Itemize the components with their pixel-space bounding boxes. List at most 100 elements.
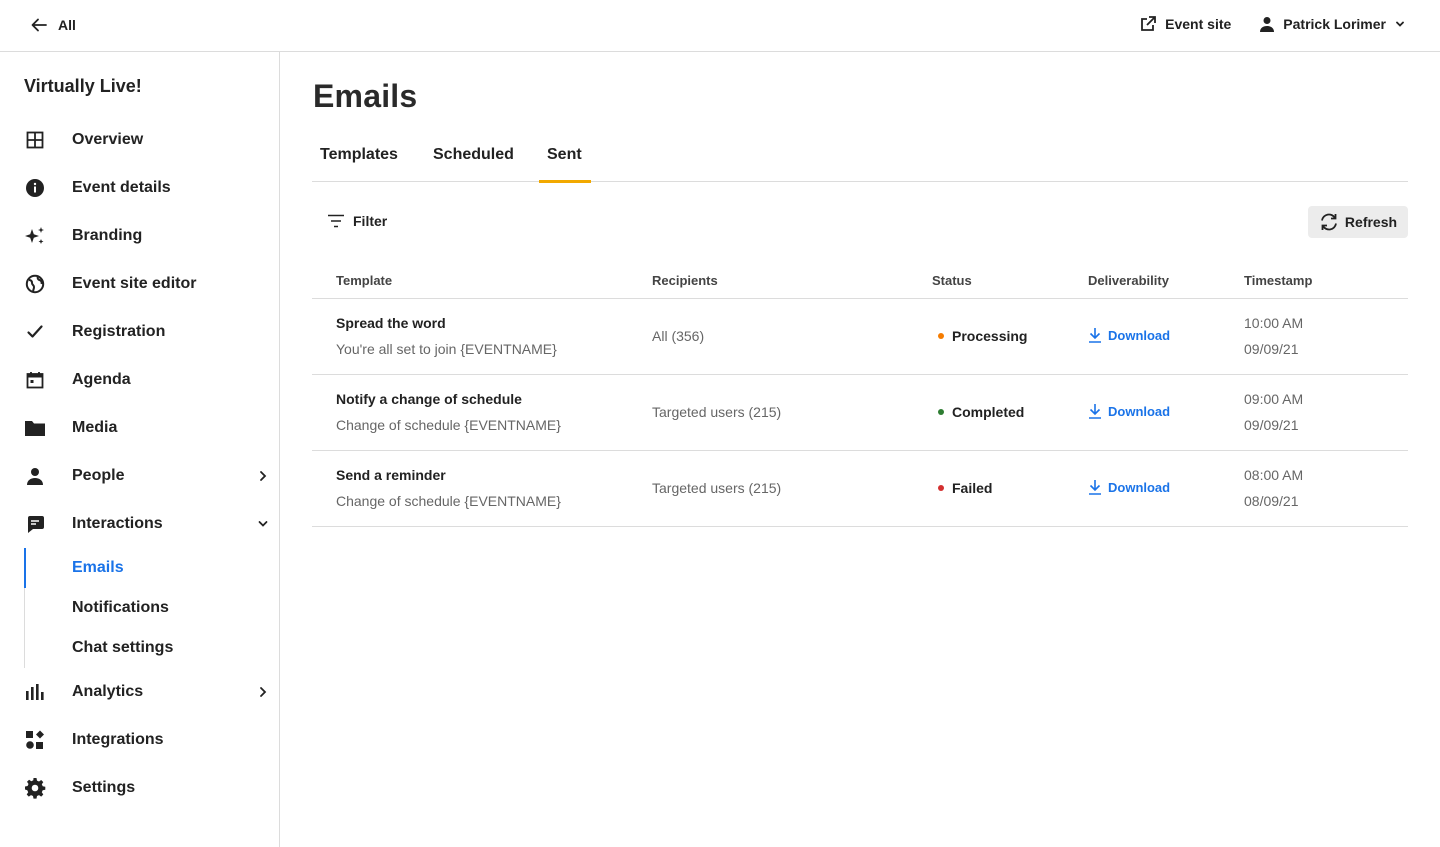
tab-templates[interactable]: Templates [320,146,398,182]
sidebar-item-integrations[interactable]: Integrations [0,716,279,764]
download-link[interactable]: Download [1088,327,1170,343]
sidebar-subitem-chat-settings[interactable]: Chat settings [0,628,279,668]
timestamp-time: 08:00 AM [1244,467,1304,483]
download-label: Download [1108,479,1171,495]
recipients: All (356) [652,328,705,344]
template-title: Notify a change of schedule [336,391,522,407]
sidebar-item-label: Overview [72,131,144,148]
column-header-deliverability: Deliverability [1088,273,1169,288]
sidebar-item-interactions[interactable]: Interactions [0,500,279,548]
event-site-link[interactable]: Event site [1139,15,1231,33]
page-title: Emails [313,78,418,114]
calendar-icon [24,370,46,390]
refresh-label: Refresh [1344,214,1398,230]
chevron-right-icon [260,687,267,697]
sidebar-item-agenda[interactable]: Agenda [0,356,279,404]
tab-sent[interactable]: Sent [539,146,591,183]
download-label: Download [1108,403,1171,419]
filter-label: Filter [353,213,388,229]
sidebar-item-event-site-editor[interactable]: Event site editor [0,260,279,308]
download-label: Download [1108,327,1171,343]
sidebar-item-label: Integrations [72,731,164,748]
recipients: Targeted users (215) [652,404,782,420]
shapes-icon [24,730,46,750]
sidebar-item-label: Event site editor [72,275,197,292]
status-dot [938,485,944,491]
sidebar-nav: Overview Event details Branding Event si… [0,116,279,812]
user-name: Patrick Lorimer [1283,16,1386,32]
sidebar-item-people[interactable]: People [0,452,279,500]
sidebar-item-analytics[interactable]: Analytics [0,668,279,716]
timestamp-date: 09/09/21 [1244,341,1299,357]
table-row[interactable]: Spread the word You're all set to join {… [312,299,1408,375]
globe-icon [24,274,46,294]
tab-bar: Templates Scheduled Sent [312,140,1408,183]
arrow-left-icon [31,18,47,32]
sidebar-subitem-label: Chat settings [72,639,174,656]
active-tab-indicator [539,180,591,183]
check-icon [24,322,46,342]
sidebar-subitem-label: Notifications [72,599,169,616]
top-bar: All Event site Patrick Lorimer [0,0,1440,52]
download-link[interactable]: Download [1088,479,1170,495]
sidebar-item-label: Media [72,419,118,436]
status-text: Failed [952,480,993,496]
sidebar-item-overview[interactable]: Overview [0,116,279,164]
refresh-button[interactable]: Refresh [1308,206,1408,238]
grid-icon [24,130,46,150]
sidebar-item-event-details[interactable]: Event details [0,164,279,212]
template-title: Spread the word [336,315,446,331]
column-header-recipients: Recipients [652,273,718,288]
template-subject: You're all set to join {EVENTNAME} [336,341,557,357]
sidebar-item-branding[interactable]: Branding [0,212,279,260]
download-icon [1089,328,1101,343]
chevron-down-icon [258,521,268,527]
back-to-all-link[interactable]: All [30,16,76,34]
event-site-label: Event site [1165,16,1232,32]
gear-icon [24,778,46,799]
sidebar-item-label: Agenda [72,371,131,388]
tab-label: Templates [320,146,398,163]
chevron-right-icon [260,471,267,481]
column-header-timestamp: Timestamp [1244,273,1313,288]
bar-chart-icon [24,682,46,702]
tab-label: Scheduled [433,146,514,163]
table-header: Template Recipients Status Deliverabilit… [312,264,1408,299]
column-header-template: Template [336,273,393,288]
sent-emails-table: Template Recipients Status Deliverabilit… [312,264,1408,527]
active-indicator [24,548,26,588]
sidebar-subitem-label: Emails [72,559,124,576]
sidebar: Virtually Live! Overview Event details B… [0,52,280,847]
table-row[interactable]: Send a reminder Change of schedule {EVEN… [312,451,1408,527]
refresh-icon [1321,213,1337,231]
table-row[interactable]: Notify a change of schedule Change of sc… [312,375,1408,451]
sparkle-icon [24,226,46,246]
folder-icon [24,418,46,438]
status-badge: Processing [938,328,1027,344]
user-menu[interactable]: Patrick Lorimer [1259,16,1406,32]
chevron-down-icon [1396,21,1404,27]
external-link-icon [1141,16,1157,31]
sidebar-item-registration[interactable]: Registration [0,308,279,356]
chat-icon [24,514,46,534]
sidebar-item-label: Branding [72,227,143,244]
download-icon [1089,480,1101,495]
table-toolbar: Filter Refresh [312,206,1408,238]
filter-button[interactable]: Filter [328,213,387,229]
download-link[interactable]: Download [1088,403,1170,419]
status-dot [938,409,944,415]
status-dot [938,333,944,339]
person-icon [1260,17,1275,32]
sidebar-item-media[interactable]: Media [0,404,279,452]
sidebar-subitem-emails[interactable]: Emails [0,548,279,588]
person-icon [24,466,46,486]
sidebar-item-label: People [72,467,125,484]
sidebar-subitem-notifications[interactable]: Notifications [0,588,279,628]
template-subject: Change of schedule {EVENTNAME} [336,493,561,509]
download-icon [1089,404,1101,419]
sidebar-item-label: Event details [72,179,171,196]
tab-scheduled[interactable]: Scheduled [433,146,514,182]
tab-label: Sent [547,146,582,163]
status-badge: Failed [938,480,992,496]
sidebar-item-settings[interactable]: Settings [0,764,279,812]
